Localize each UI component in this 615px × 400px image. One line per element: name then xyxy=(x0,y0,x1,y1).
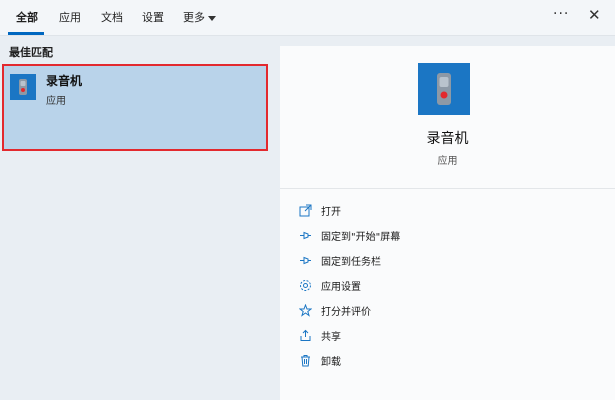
action-label: 卸载 xyxy=(321,357,341,368)
result-app-name: 录音机 xyxy=(46,74,83,88)
action-label: 应用设置 xyxy=(321,282,361,293)
trash-icon xyxy=(298,354,312,368)
voice-recorder-icon xyxy=(418,63,470,115)
search-filter-bar: 全部 应用 文档 设置 更多 ··· ✕ xyxy=(0,0,615,36)
section-title-best-match: 最佳匹配 xyxy=(9,46,53,59)
best-match-result[interactable]: 录音机 应用 xyxy=(2,64,268,151)
close-icon[interactable]: ✕ xyxy=(588,6,601,24)
action-label: 打开 xyxy=(321,207,341,218)
action-label: 共享 xyxy=(321,332,341,343)
pin-icon xyxy=(298,254,312,268)
more-options-icon[interactable]: ··· xyxy=(553,6,569,22)
action-pin-start[interactable]: 固定到"开始"屏幕 xyxy=(298,223,598,248)
results-pane: 最佳匹配 录音机 应用 xyxy=(0,37,278,400)
tab-settings[interactable]: 设置 xyxy=(142,9,164,27)
gear-icon xyxy=(298,279,312,293)
chevron-down-icon xyxy=(208,16,216,21)
star-icon xyxy=(298,304,312,318)
action-share[interactable]: 共享 xyxy=(298,323,598,348)
pin-icon xyxy=(298,229,312,243)
detail-app-name: 录音机 xyxy=(426,131,469,147)
active-tab-indicator xyxy=(8,32,44,35)
share-icon xyxy=(298,329,312,343)
tab-more[interactable]: 更多 xyxy=(183,9,216,27)
open-icon xyxy=(298,204,312,218)
action-app-settings[interactable]: 应用设置 xyxy=(298,273,598,298)
action-label: 固定到"开始"屏幕 xyxy=(321,232,401,243)
action-rate-review[interactable]: 打分并评价 xyxy=(298,298,598,323)
voice-recorder-icon xyxy=(10,74,36,100)
action-list: 打开 固定到"开始"屏幕 固定到任务栏 应用设置 打分并评价 共享 卸载 xyxy=(298,198,598,373)
detail-app-type: 应用 xyxy=(437,156,458,167)
action-label: 固定到任务栏 xyxy=(321,257,381,268)
detail-pane: 录音机 应用 打开 固定到"开始"屏幕 固定到任务栏 应用设置 打分并评价 共享… xyxy=(280,46,615,400)
action-open[interactable]: 打开 xyxy=(298,198,598,223)
result-app-type: 应用 xyxy=(46,96,66,107)
tab-apps[interactable]: 应用 xyxy=(59,9,81,27)
tab-more-label: 更多 xyxy=(183,11,205,24)
tab-documents[interactable]: 文档 xyxy=(101,9,123,27)
action-label: 打分并评价 xyxy=(321,307,371,318)
tab-all[interactable]: 全部 xyxy=(16,9,38,27)
action-pin-taskbar[interactable]: 固定到任务栏 xyxy=(298,248,598,273)
divider xyxy=(280,188,615,189)
action-uninstall[interactable]: 卸载 xyxy=(298,348,598,373)
